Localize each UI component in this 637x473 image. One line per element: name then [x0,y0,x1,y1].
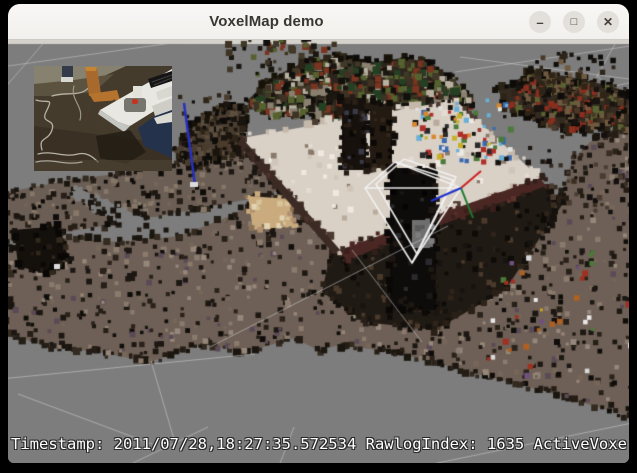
app-window: VoxelMap demo – □ ✕ Timestamp: 2011/07/2… [8,4,629,463]
titlebar[interactable]: VoxelMap demo – □ ✕ [8,4,629,40]
close-button[interactable]: ✕ [597,11,619,33]
3d-viewport[interactable]: Timestamp: 2011/07/28,18:27:35.572534 Ra… [8,40,629,463]
minimize-button[interactable]: – [529,11,551,33]
window-controls: – □ ✕ [529,11,619,33]
maximize-icon: □ [571,17,578,28]
close-icon: ✕ [603,16,613,28]
maximize-button[interactable]: □ [563,11,585,33]
camera-inset-image [34,66,172,171]
minimize-icon: – [536,16,543,29]
status-text: Timestamp: 2011/07/28,18:27:35.572534 Ra… [11,435,627,453]
